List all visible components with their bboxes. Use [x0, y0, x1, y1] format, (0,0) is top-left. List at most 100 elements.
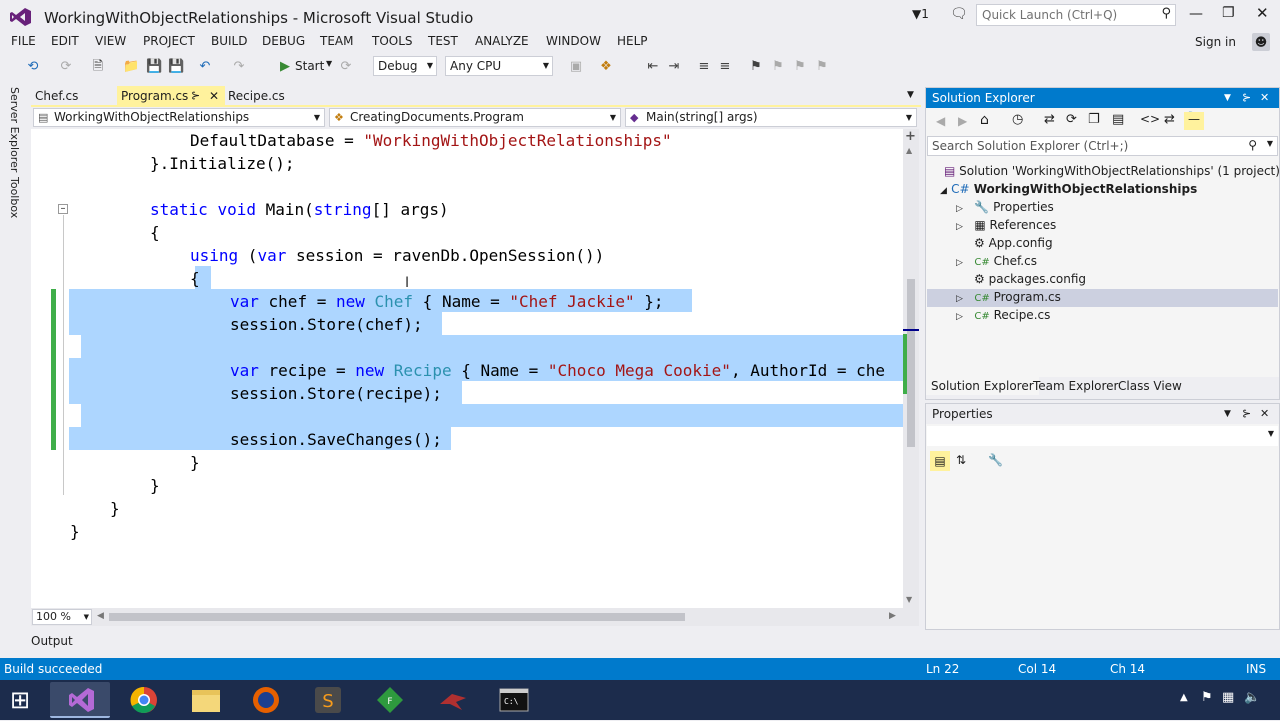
menu-help[interactable]: HELP	[617, 34, 648, 48]
scroll-left-icon[interactable]: ◀	[97, 611, 104, 621]
dropdown-icon[interactable]: ▼	[1224, 404, 1231, 424]
undo-icon[interactable]: ↶	[197, 59, 213, 75]
refresh-icon[interactable]: ⇄	[1044, 112, 1055, 127]
properties-object-select[interactable]: ▼	[927, 426, 1278, 446]
platform-select[interactable]: Any CPU ▼	[445, 56, 553, 76]
forward-icon[interactable]: ▶	[958, 114, 967, 128]
save-all-icon[interactable]: 💾	[168, 59, 184, 75]
new-project-icon[interactable]: 🗎	[90, 59, 106, 75]
home-icon[interactable]: ⌂	[980, 112, 989, 128]
tree-item-recipe-cs[interactable]: ▷ C# Recipe.cs	[956, 308, 1050, 322]
menu-team[interactable]: TEAM	[320, 34, 353, 48]
close-panel-icon[interactable]: ✕	[1260, 404, 1269, 424]
find-icon[interactable]: ❖	[598, 59, 614, 75]
tab-recipe-cs[interactable]: Recipe.cs	[224, 86, 306, 106]
taskbar-console[interactable]: C:\	[484, 682, 544, 718]
collapsed-arrow-icon[interactable]: ▷	[956, 294, 963, 304]
pin-icon[interactable]: ⊱	[1242, 88, 1251, 108]
open-file-icon[interactable]: 📁	[123, 59, 139, 75]
back-icon[interactable]: ⟲	[25, 59, 41, 75]
tree-item-references[interactable]: ▷ ▦ References	[956, 218, 1056, 232]
tab-team-explorer[interactable]: Team Explorer	[1028, 377, 1124, 395]
account-icon[interactable]: ☻	[1252, 33, 1270, 51]
tray-expand-icon[interactable]: ▲	[1180, 692, 1188, 703]
dropdown-icon[interactable]: ▼	[1224, 88, 1231, 108]
vertical-scrollbar[interactable]: + ▲ ▼	[903, 129, 919, 608]
windows-start-icon[interactable]: ⊞	[10, 686, 30, 714]
menu-edit[interactable]: EDIT	[51, 34, 79, 48]
solution-search-input[interactable]: Search Solution Explorer (Ctrl+;)	[932, 139, 1128, 153]
comment-icon[interactable]: ≡	[696, 59, 712, 75]
tree-item-properties[interactable]: ▷ 🔧 Properties	[956, 200, 1054, 214]
tab-chef-cs[interactable]: Chef.cs	[31, 86, 113, 106]
bookmark-icon[interactable]: ⚑	[748, 59, 764, 75]
property-pages-icon[interactable]: 🔧	[988, 453, 1003, 467]
alphabetical-icon[interactable]: ⇅	[956, 453, 966, 467]
tab-class-view[interactable]: Class View	[1113, 377, 1187, 395]
project-nav-select[interactable]: ▤ WorkingWithObjectRelationships ▼	[33, 108, 325, 127]
solution-search-box[interactable]: Search Solution Explorer (Ctrl+;) ⚲ ▼	[927, 136, 1278, 156]
tree-item-chef-cs[interactable]: ▷ C# Chef.cs	[956, 254, 1037, 268]
tree-project[interactable]: ◢ C# WorkingWithObjectRelationships	[940, 182, 1197, 196]
menu-tools[interactable]: TOOLS	[372, 34, 413, 48]
member-nav-select[interactable]: ◆ Main(string[] args) ▼	[625, 108, 917, 127]
config-select[interactable]: Debug ▼	[373, 56, 437, 76]
menu-window[interactable]: WINDOW	[546, 34, 601, 48]
restore-button[interactable]: ❐	[1222, 5, 1235, 21]
outdent-icon[interactable]: ⇥	[666, 59, 682, 75]
action-center-icon[interactable]: ⚑	[1201, 690, 1213, 705]
categorized-icon[interactable]: ▤	[930, 451, 950, 471]
save-icon[interactable]: 💾	[146, 59, 162, 75]
scroll-down-icon[interactable]: ▼	[906, 595, 912, 604]
taskbar-chrome[interactable]	[114, 682, 174, 718]
preview-icon[interactable]: —	[1184, 112, 1204, 130]
taskbar-sublime[interactable]: S	[298, 682, 358, 718]
start-button[interactable]: Start	[295, 59, 324, 73]
feedback-icon[interactable]: 🗨	[950, 6, 968, 22]
uncomment-icon[interactable]: ≡	[717, 59, 733, 75]
tab-program-cs[interactable]: Program.cs ⊱ ✕	[117, 86, 225, 106]
scroll-thumb[interactable]	[907, 279, 915, 447]
collapsed-arrow-icon[interactable]: ▷	[956, 312, 963, 322]
tree-solution[interactable]: ▤ Solution 'WorkingWithObjectRelationshi…	[944, 164, 1280, 178]
chevron-down-icon[interactable]: ▼	[1267, 139, 1273, 148]
expanded-arrow-icon[interactable]: ◢	[940, 186, 947, 196]
close-button[interactable]: ✕	[1256, 4, 1269, 22]
attach-icon[interactable]: ▣	[568, 59, 584, 75]
toolbox-tab[interactable]: Toolbox	[8, 177, 21, 218]
menu-debug[interactable]: DEBUG	[262, 34, 305, 48]
collapsed-arrow-icon[interactable]: ▷	[956, 222, 963, 232]
menu-analyze[interactable]: ANALYZE	[475, 34, 529, 48]
pin-icon[interactable]: ⊱	[191, 86, 200, 106]
zoom-select[interactable]: 100 % ▼	[32, 609, 92, 625]
redo-icon[interactable]: ↷	[231, 59, 247, 75]
taskbar-raven-app[interactable]	[422, 682, 482, 718]
refresh-icon[interactable]: ⟳	[338, 59, 354, 75]
horizontal-scroll-thumb[interactable]	[109, 613, 685, 621]
forward-icon[interactable]: ⟳	[58, 59, 74, 75]
properties-icon[interactable]: ⇄	[1164, 112, 1175, 127]
taskbar-file-explorer[interactable]	[176, 682, 236, 718]
tree-item-packages-config[interactable]: ⚙ packages.config	[974, 272, 1086, 286]
scroll-up-icon[interactable]: ▲	[906, 146, 912, 155]
clear-bookmarks-icon[interactable]: ⚑	[814, 59, 830, 75]
tree-item-app-config[interactable]: ⚙ App.config	[974, 236, 1053, 250]
sign-in-link[interactable]: Sign in	[1195, 35, 1236, 49]
notifications-flag-icon[interactable]: ▼1	[912, 7, 929, 21]
menu-file[interactable]: FILE	[11, 34, 36, 48]
sync-icon[interactable]: ◷	[1012, 112, 1023, 127]
taskbar-firefox[interactable]	[236, 682, 296, 718]
taskbar-visual-studio[interactable]	[50, 682, 110, 718]
minimize-button[interactable]: —	[1189, 6, 1203, 22]
pin-icon[interactable]: ⊱	[1242, 404, 1251, 424]
start-dropdown-icon[interactable]: ▼	[326, 59, 332, 68]
quick-launch-input[interactable]: Quick Launch (Ctrl+Q)	[982, 8, 1117, 22]
view-code-icon[interactable]: <>	[1140, 112, 1160, 126]
server-explorer-tab[interactable]: Server Explorer	[8, 87, 21, 172]
split-plus-icon[interactable]: +	[905, 129, 916, 144]
volume-icon[interactable]: 🔈	[1244, 690, 1260, 705]
tree-item-program-cs[interactable]: ▷ C# Program.cs	[956, 290, 1061, 304]
quick-launch-box[interactable]: Quick Launch (Ctrl+Q) ⚲	[976, 4, 1176, 26]
menu-project[interactable]: PROJECT	[143, 34, 195, 48]
prev-bookmark-icon[interactable]: ⚑	[770, 59, 786, 75]
